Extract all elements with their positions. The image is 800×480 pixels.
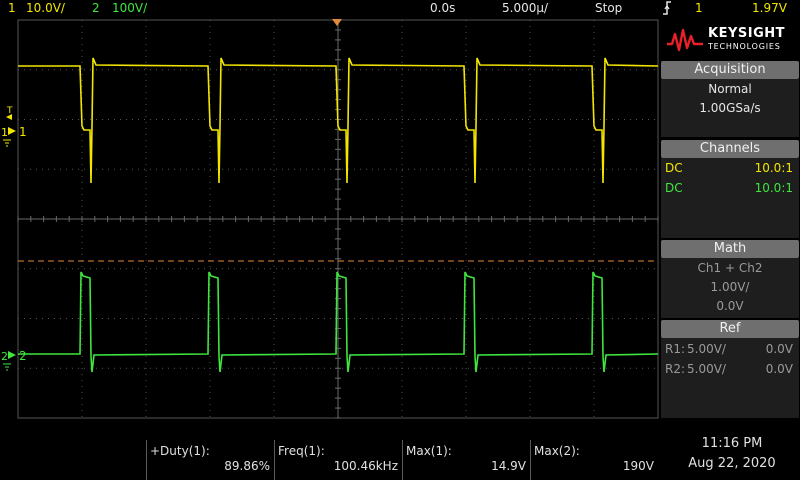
ch1-coupling: DC (665, 161, 683, 175)
trigger-edge-icon (660, 0, 674, 19)
brand-name: KEYSIGHT (708, 26, 785, 41)
trigger-position-icon (332, 19, 342, 26)
ch1-marker-arrow-icon (8, 127, 16, 135)
math-offset: 0.0V (716, 299, 744, 313)
sample-rate: 1.00GSa/s (699, 101, 761, 115)
time-delay[interactable]: 0.0s (430, 1, 455, 15)
ch1-marker-label-right: 1 (19, 125, 27, 139)
measurement-freq[interactable]: Freq(1): 100.46kHz (274, 440, 402, 480)
time-scale[interactable]: 5.000µ/ (502, 1, 548, 15)
clock-date: Aug 22, 2020 (688, 456, 776, 471)
r2-scale: 5.00V/ (687, 362, 726, 376)
clock: 11:16 PM Aug 22, 2020 (668, 436, 796, 476)
measurement-max1[interactable]: Max(1): 14.9V (402, 440, 530, 480)
ref-section[interactable]: R1: 5.00V/ 0.0V R2: 5.00V/ 0.0V (661, 338, 799, 418)
trigger-source[interactable]: 1 (695, 1, 703, 15)
ref-header[interactable]: Ref (661, 320, 799, 338)
ch2-scale[interactable]: 100V/ (112, 1, 147, 15)
divider (402, 440, 403, 480)
acquisition-section[interactable]: Normal 1.00GSa/s (661, 79, 799, 137)
max2-label: Max(2): (534, 444, 580, 458)
acquisition-mode: Normal (708, 82, 752, 96)
math-section[interactable]: Ch1 + Ch2 1.00V/ 0.0V (661, 258, 799, 318)
divider (530, 440, 531, 480)
status-bar: 1 10.0V/ 2 100V/ 0.0s 5.000µ/ Stop 1 1.9… (0, 0, 800, 18)
clock-time: 11:16 PM (701, 436, 763, 451)
max2-value: 190V (622, 459, 654, 473)
ch1-ground-marker[interactable]: T 1 1 (1, 106, 27, 147)
divider (146, 440, 147, 480)
acquisition-header[interactable]: Acquisition (661, 61, 799, 79)
math-function: Ch1 + Ch2 (697, 261, 763, 275)
channels-section[interactable]: DC 10.0:1 DC 10.0:1 (661, 158, 799, 238)
keysight-wave-icon (667, 28, 703, 52)
ch2-probe: 10.0:1 (754, 181, 793, 195)
ch1-number[interactable]: 1 (8, 1, 16, 15)
math-scale: 1.00V/ (710, 280, 750, 294)
measurement-max2[interactable]: Max(2): 190V (530, 440, 658, 480)
ch2-coupling: DC (665, 181, 683, 195)
divider (274, 440, 275, 480)
r1-scale: 5.00V/ (687, 342, 726, 356)
ch2-ground-marker[interactable]: 2 2 (1, 349, 27, 371)
trigger-level[interactable]: 1.97V (752, 1, 787, 15)
max1-label: Max(1): (406, 444, 452, 458)
ch1-probe: 10.0:1 (754, 161, 793, 175)
duty-label: +Duty(1): (150, 444, 210, 458)
freq-label: Freq(1): (278, 444, 325, 458)
ch1-ground-icon (3, 139, 11, 147)
ch2-marker-label-right: 2 (19, 349, 27, 363)
duty-value: 89.86% (224, 459, 270, 473)
measurement-duty[interactable]: +Duty(1): 89.86% (146, 440, 274, 480)
r2-name: R2: (665, 362, 686, 376)
math-header[interactable]: Math (661, 240, 799, 258)
graticule (17, 19, 659, 419)
keysight-logo: KEYSIGHT TECHNOLOGIES (660, 18, 800, 60)
run-state[interactable]: Stop (595, 1, 622, 15)
side-panel: KEYSIGHT TECHNOLOGIES Acquisition Normal… (660, 18, 800, 420)
ch2-number[interactable]: 2 (92, 1, 100, 15)
ch2-ground-icon (3, 363, 11, 371)
r1-name: R1: (665, 342, 686, 356)
ch1-scale[interactable]: 10.0V/ (26, 1, 65, 15)
max1-value: 14.9V (491, 459, 526, 473)
brand-subtitle: TECHNOLOGIES (708, 42, 781, 51)
waveform-display[interactable]: T 1 1 2 2 (0, 18, 660, 420)
freq-value: 100.46kHz (333, 459, 398, 473)
ch2-marker-arrow-icon (8, 351, 16, 359)
ch1-marker-label: 1 (1, 126, 8, 139)
channels-header[interactable]: Channels (661, 140, 799, 158)
r2-offset: 0.0V (765, 362, 793, 376)
r1-offset: 0.0V (765, 342, 793, 356)
ch2-marker-label: 2 (1, 350, 8, 363)
